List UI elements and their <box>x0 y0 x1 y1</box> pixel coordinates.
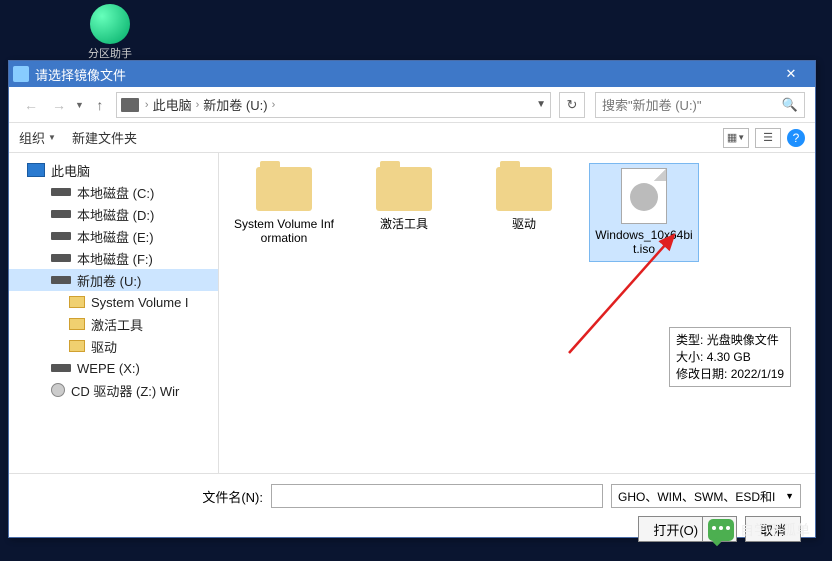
search-icon: 🔍 <box>782 97 798 113</box>
tree-drive-c[interactable]: 本地磁盘 (C:) <box>9 181 218 203</box>
view-thumbnails-button[interactable]: ▦ ▼ <box>723 128 749 148</box>
file-open-dialog: 请选择镜像文件 ✕ ← → ▼ ↑ › 此电脑 › 新加卷 (U:) › ▼ ↻… <box>8 60 816 538</box>
nav-bar: ← → ▼ ↑ › 此电脑 › 新加卷 (U:) › ▼ ↻ 搜索"新加卷 (U… <box>9 87 815 123</box>
chevron-right-icon: › <box>196 99 200 111</box>
tree-drive-f[interactable]: 本地磁盘 (F:) <box>9 247 218 269</box>
tree-cd[interactable]: CD 驱动器 (Z:) Wir <box>9 379 218 401</box>
tree-this-pc[interactable]: 此电脑 <box>9 159 218 181</box>
refresh-button[interactable]: ↻ <box>559 92 585 118</box>
nav-tree: 此电脑 本地磁盘 (C:) 本地磁盘 (D:) 本地磁盘 (E:) 本地磁盘 (… <box>9 153 219 473</box>
file-type-filter[interactable]: GHO、WIM、SWM、ESD和I▼ <box>611 484 801 508</box>
toolbar: 组织▼ 新建文件夹 ▦ ▼ ☰ ? <box>9 123 815 153</box>
titlebar: 请选择镜像文件 ✕ <box>9 61 815 87</box>
search-placeholder: 搜索"新加卷 (U:)" <box>602 95 702 114</box>
tree-drive-e[interactable]: 本地磁盘 (E:) <box>9 225 218 247</box>
tree-driver[interactable]: 驱动 <box>9 335 218 357</box>
file-iso[interactable]: Windows_10x64bit.iso <box>589 163 699 262</box>
back-button[interactable]: ← <box>19 93 43 117</box>
filename-input[interactable] <box>271 484 603 508</box>
close-button[interactable]: ✕ <box>771 64 811 84</box>
folder-icon <box>256 167 312 211</box>
file-tooltip: 类型: 光盘映像文件 大小: 4.30 GB 修改日期: 2022/1/19 <box>669 327 791 387</box>
help-button[interactable]: ? <box>787 129 805 147</box>
tree-wepe[interactable]: WEPE (X:) <box>9 357 218 379</box>
chevron-right-icon: › <box>272 99 276 111</box>
iso-file-icon <box>621 168 667 224</box>
drive-icon <box>121 98 139 112</box>
file-list: System Volume Information 激活工具 驱动 Window… <box>219 153 815 473</box>
window-title: 请选择镜像文件 <box>35 65 126 84</box>
tree-activate[interactable]: 激活工具 <box>9 313 218 335</box>
app-icon <box>13 66 29 82</box>
wechat-icon <box>708 519 734 541</box>
address-bar[interactable]: › 此电脑 › 新加卷 (U:) › ▼ <box>116 92 551 118</box>
search-input[interactable]: 搜索"新加卷 (U:)" 🔍 <box>595 92 805 118</box>
watermark: 自学不孤单 <box>708 519 810 541</box>
new-folder-button[interactable]: 新建文件夹 <box>72 128 137 147</box>
view-details-button[interactable]: ☰ <box>755 128 781 148</box>
tree-drive-d[interactable]: 本地磁盘 (D:) <box>9 203 218 225</box>
folder-icon <box>496 167 552 211</box>
filename-label: 文件名(N): <box>23 487 263 506</box>
folder-driver[interactable]: 驱动 <box>469 163 579 262</box>
dialog-footer: 文件名(N): GHO、WIM、SWM、ESD和I▼ 打开(O)▼ 取消 <box>9 473 815 550</box>
desktop-shortcut: 分区助手 <box>80 4 140 62</box>
folder-icon <box>376 167 432 211</box>
tree-drive-u[interactable]: 新加卷 (U:) <box>9 269 218 291</box>
watermark-text: 自学不孤单 <box>740 520 810 540</box>
folder-svi[interactable]: System Volume Information <box>229 163 339 262</box>
partition-icon <box>90 4 130 44</box>
folder-activate[interactable]: 激活工具 <box>349 163 459 262</box>
breadcrumb-pc[interactable]: 此电脑 <box>153 95 192 114</box>
forward-button[interactable]: → <box>47 93 71 117</box>
history-dropdown[interactable]: ▼ <box>75 100 84 110</box>
tree-svi[interactable]: System Volume I <box>9 291 218 313</box>
organize-menu[interactable]: 组织▼ <box>19 128 56 147</box>
chevron-right-icon: › <box>145 99 149 111</box>
address-dropdown[interactable]: ▼ <box>536 99 546 110</box>
breadcrumb-drive[interactable]: 新加卷 (U:) <box>203 95 267 114</box>
up-button[interactable]: ↑ <box>88 93 112 117</box>
desktop-shortcut-label: 分区助手 <box>88 48 132 60</box>
